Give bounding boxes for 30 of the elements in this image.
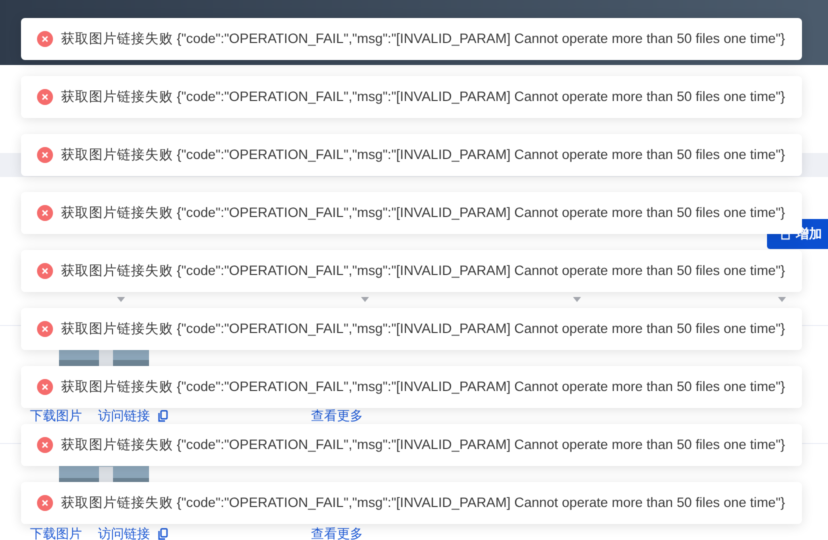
toast-message: 获取图片链接失败 {"code":"OPERATION_FAIL","msg":"[INVALID_PARAM] Cannot operate more than 50 files one time"} bbox=[61, 204, 786, 222]
copy-icon[interactable] bbox=[158, 528, 168, 540]
sort-caret-icon[interactable] bbox=[361, 296, 369, 302]
more-link[interactable]: 查看更多 bbox=[311, 527, 363, 540]
error-icon bbox=[37, 147, 53, 163]
toast-message: 获取图片链接失败 {"code":"OPERATION_FAIL","msg":"[INVALID_PARAM] Cannot operate more than 50 files one time"} bbox=[61, 378, 786, 396]
toast-message: 获取图片链接失败 {"code":"OPERATION_FAIL","msg":"[INVALID_PARAM] Cannot operate more than 50 files one time"} bbox=[61, 494, 786, 512]
visit-link[interactable]: 访问链接 bbox=[98, 527, 150, 540]
error-icon bbox=[37, 495, 53, 511]
toast-message: 获取图片链接失败 {"code":"OPERATION_FAIL","msg":"[INVALID_PARAM] Cannot operate more than 50 files one time"} bbox=[61, 436, 786, 454]
download-link[interactable]: 下载图片 bbox=[30, 527, 82, 540]
error-icon bbox=[37, 379, 53, 395]
copy-icon[interactable] bbox=[158, 410, 168, 422]
toast-message: 获取图片链接失败 {"code":"OPERATION_FAIL","msg":"[INVALID_PARAM] Cannot operate more than 50 files one time"} bbox=[61, 30, 786, 48]
toast-message: 获取图片链接失败 {"code":"OPERATION_FAIL","msg":"[INVALID_PARAM] Cannot operate more than 50 files one time"} bbox=[61, 146, 786, 164]
error-icon bbox=[37, 263, 53, 279]
error-icon bbox=[37, 89, 53, 105]
download-link[interactable]: 下载图片 bbox=[30, 409, 82, 422]
sort-caret-icon[interactable] bbox=[778, 296, 786, 302]
sort-caret-icon[interactable] bbox=[117, 296, 125, 302]
visit-link[interactable]: 访问链接 bbox=[98, 409, 150, 422]
sort-caret-icon[interactable] bbox=[573, 296, 581, 302]
error-icon bbox=[37, 31, 53, 47]
error-icon bbox=[37, 321, 53, 337]
toast-message: 获取图片链接失败 {"code":"OPERATION_FAIL","msg":"[INVALID_PARAM] Cannot operate more than 50 files one time"} bbox=[61, 88, 786, 106]
more-link[interactable]: 查看更多 bbox=[311, 409, 363, 422]
error-icon bbox=[37, 437, 53, 453]
error-icon bbox=[37, 205, 53, 221]
toast-message: 获取图片链接失败 {"code":"OPERATION_FAIL","msg":"[INVALID_PARAM] Cannot operate more than 50 files one time"} bbox=[61, 320, 786, 338]
toast-message: 获取图片链接失败 {"code":"OPERATION_FAIL","msg":"[INVALID_PARAM] Cannot operate more than 50 files one time"} bbox=[61, 262, 786, 280]
